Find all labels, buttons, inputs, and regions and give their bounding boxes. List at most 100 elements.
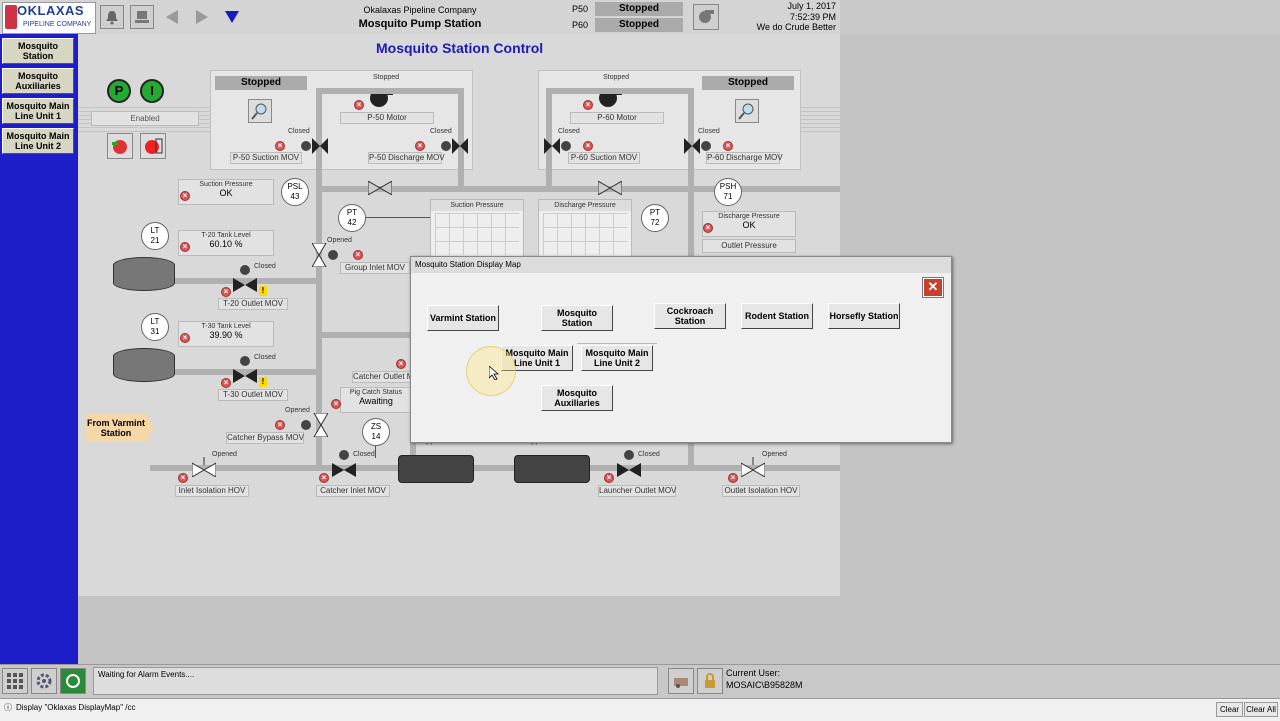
p60-discharge-state: Closed: [698, 128, 720, 135]
forward-button[interactable]: [192, 7, 212, 32]
pt-42-instrument[interactable]: PT 42: [338, 204, 366, 232]
lock-button[interactable]: [697, 668, 723, 694]
varmint-station-button[interactable]: Varmint Station: [427, 305, 499, 331]
clear-button[interactable]: Clear: [1216, 702, 1243, 717]
launcher-outlet-mov-label: Launcher Outlet MOV: [598, 485, 677, 497]
page-title: Mosquito Station Control: [376, 40, 544, 56]
t30-outlet-state: Closed: [254, 354, 276, 361]
empty-area-bottom: [78, 596, 840, 664]
suction-pressure-chart-title: Suction Pressure: [431, 200, 523, 211]
command-text[interactable]: Display "Oklaxas DisplayMap" /cc: [16, 703, 136, 712]
t30-outlet-valve[interactable]: [233, 355, 257, 388]
settings-button[interactable]: [31, 668, 57, 694]
psh-num: 71: [723, 192, 733, 201]
start-sequence-button[interactable]: [107, 133, 133, 159]
main-line-unit-2-button[interactable]: Mosquito Main Line Unit 2: [581, 345, 653, 371]
dropdown-button[interactable]: [222, 7, 242, 32]
catcher-inlet-alarm-icon: ×: [319, 473, 329, 483]
logo-subtext: PIPELINE COMPANY: [23, 21, 92, 28]
header-right-area: [840, 0, 1280, 34]
zs-14-instrument[interactable]: ZS 14: [362, 418, 390, 446]
alarm-bell-button[interactable]: [100, 5, 124, 29]
dialog-close-button[interactable]: ✕: [922, 277, 944, 298]
group-inlet-alarm-icon: ×: [353, 250, 363, 260]
t20-tank[interactable]: [113, 257, 175, 291]
catcher-inlet-valve[interactable]: [332, 449, 356, 482]
nav-mosquito-station[interactable]: Mosquito Station: [2, 38, 74, 64]
pump-control-button[interactable]: [693, 4, 719, 30]
discharge-pressure-trend[interactable]: Discharge Pressure: [538, 199, 632, 259]
t20-outlet-state: Closed: [254, 263, 276, 270]
status-bar: Waiting for Alarm Events.... Current Use…: [0, 664, 1280, 699]
nav-main-line-unit-1[interactable]: Mosquito Main Line Unit 1: [2, 98, 74, 124]
psl-tag: PSL: [287, 182, 303, 191]
suction-pressure-value: OK: [219, 188, 233, 198]
t20-outlet-valve[interactable]: [233, 264, 257, 297]
t20-level-value: 60.10 %: [209, 239, 243, 249]
pipe: [150, 465, 840, 471]
auxiliaries-button[interactable]: Mosquito Auxiliaries: [541, 385, 613, 411]
stop-sequence-button[interactable]: [140, 133, 166, 159]
back-button[interactable]: [162, 7, 182, 32]
decoration-lines: [800, 104, 840, 132]
pig-launcher[interactable]: [514, 455, 590, 483]
lt31-tag: LT: [150, 317, 160, 326]
slogan: We do Crude Better: [756, 22, 836, 32]
outlet-hov-alarm-icon: ×: [728, 473, 738, 483]
psl-43-instrument[interactable]: PSL 43: [281, 178, 309, 206]
outlet-pressure-label: Outlet Pressure: [702, 239, 796, 253]
p60-status-header: Stopped: [595, 18, 683, 32]
p60-panel-status: Stopped: [702, 76, 794, 90]
catcher-bypass-valve[interactable]: [300, 412, 329, 442]
suction-pressure-trend[interactable]: Suction Pressure: [430, 199, 524, 259]
p60-detail-button[interactable]: [735, 99, 759, 123]
p60-suction-alarm-icon: ×: [583, 141, 593, 151]
catcher-bypass-mov-label: Catcher Bypass MOV: [226, 432, 304, 444]
inlet-hov-alarm-icon: ×: [178, 473, 188, 483]
from-varmint-link[interactable]: From Varmint Station: [86, 414, 154, 442]
rodent-station-button[interactable]: Rodent Station: [741, 303, 813, 329]
nav-main-line-unit-2[interactable]: Mosquito Main Line Unit 2: [2, 128, 74, 154]
t30-level-box: T-30 Tank Level 39.90 %: [178, 321, 274, 347]
discharge-pressure-value: OK: [742, 220, 756, 230]
trend-grid: [543, 213, 627, 255]
clear-all-button[interactable]: Clear All: [1244, 702, 1278, 717]
p60-motor-state: Stopped: [603, 74, 630, 81]
company-name: Okalaxas Pipeline Company: [363, 5, 477, 15]
pig-catch-alarm-icon: ×: [331, 399, 341, 409]
refresh-button[interactable]: [60, 668, 86, 694]
pig-catcher[interactable]: [398, 455, 474, 483]
p60-suction-state: Closed: [558, 128, 580, 135]
p-mode-button[interactable]: P: [107, 79, 131, 103]
mosquito-station-button[interactable]: Mosquito Station: [541, 305, 613, 331]
t30-level-label: T-30 Tank Level: [201, 323, 251, 330]
p50-suction-valve[interactable]: [300, 138, 328, 159]
dialog-title: Mosquito Station Display Map: [411, 257, 951, 273]
inlet-isolation-valve[interactable]: [191, 457, 217, 482]
p50-detail-button[interactable]: [248, 99, 272, 123]
tools-button[interactable]: [668, 668, 694, 694]
nav-mosquito-auxiliaries[interactable]: Mosquito Auxiliaries: [2, 68, 74, 94]
magnifier-icon: [738, 103, 754, 120]
pt72-tag: PT: [649, 208, 661, 217]
pt-72-instrument[interactable]: PT 72: [641, 204, 669, 232]
menu-button[interactable]: [2, 668, 28, 694]
outlet-hov-state: Opened: [762, 451, 787, 458]
group-inlet-valve[interactable]: [311, 242, 340, 272]
time: 7:52:39 PM: [789, 12, 836, 22]
launcher-outlet-valve[interactable]: [617, 449, 641, 482]
cockroach-station-button[interactable]: Cockroach Station: [654, 303, 726, 329]
psh-71-instrument[interactable]: PSH 71: [714, 178, 742, 206]
t20-level-box: T-20 Tank Level 60.10 %: [178, 230, 274, 256]
outlet-isolation-valve[interactable]: [740, 457, 766, 482]
lt-21-instrument[interactable]: LT 21: [141, 222, 169, 250]
horsefly-station-button[interactable]: Horsefly Station: [828, 303, 900, 329]
stop-icon: [145, 138, 163, 154]
i-mode-button[interactable]: I: [140, 79, 164, 103]
station-icon: [135, 11, 149, 23]
discharge-pressure-box: Discharge Pressure OK: [702, 211, 796, 237]
t30-tank[interactable]: [113, 348, 175, 382]
arrow-right-icon: [196, 10, 208, 24]
lt-31-instrument[interactable]: LT 31: [141, 313, 169, 341]
overview-button[interactable]: [130, 5, 154, 29]
